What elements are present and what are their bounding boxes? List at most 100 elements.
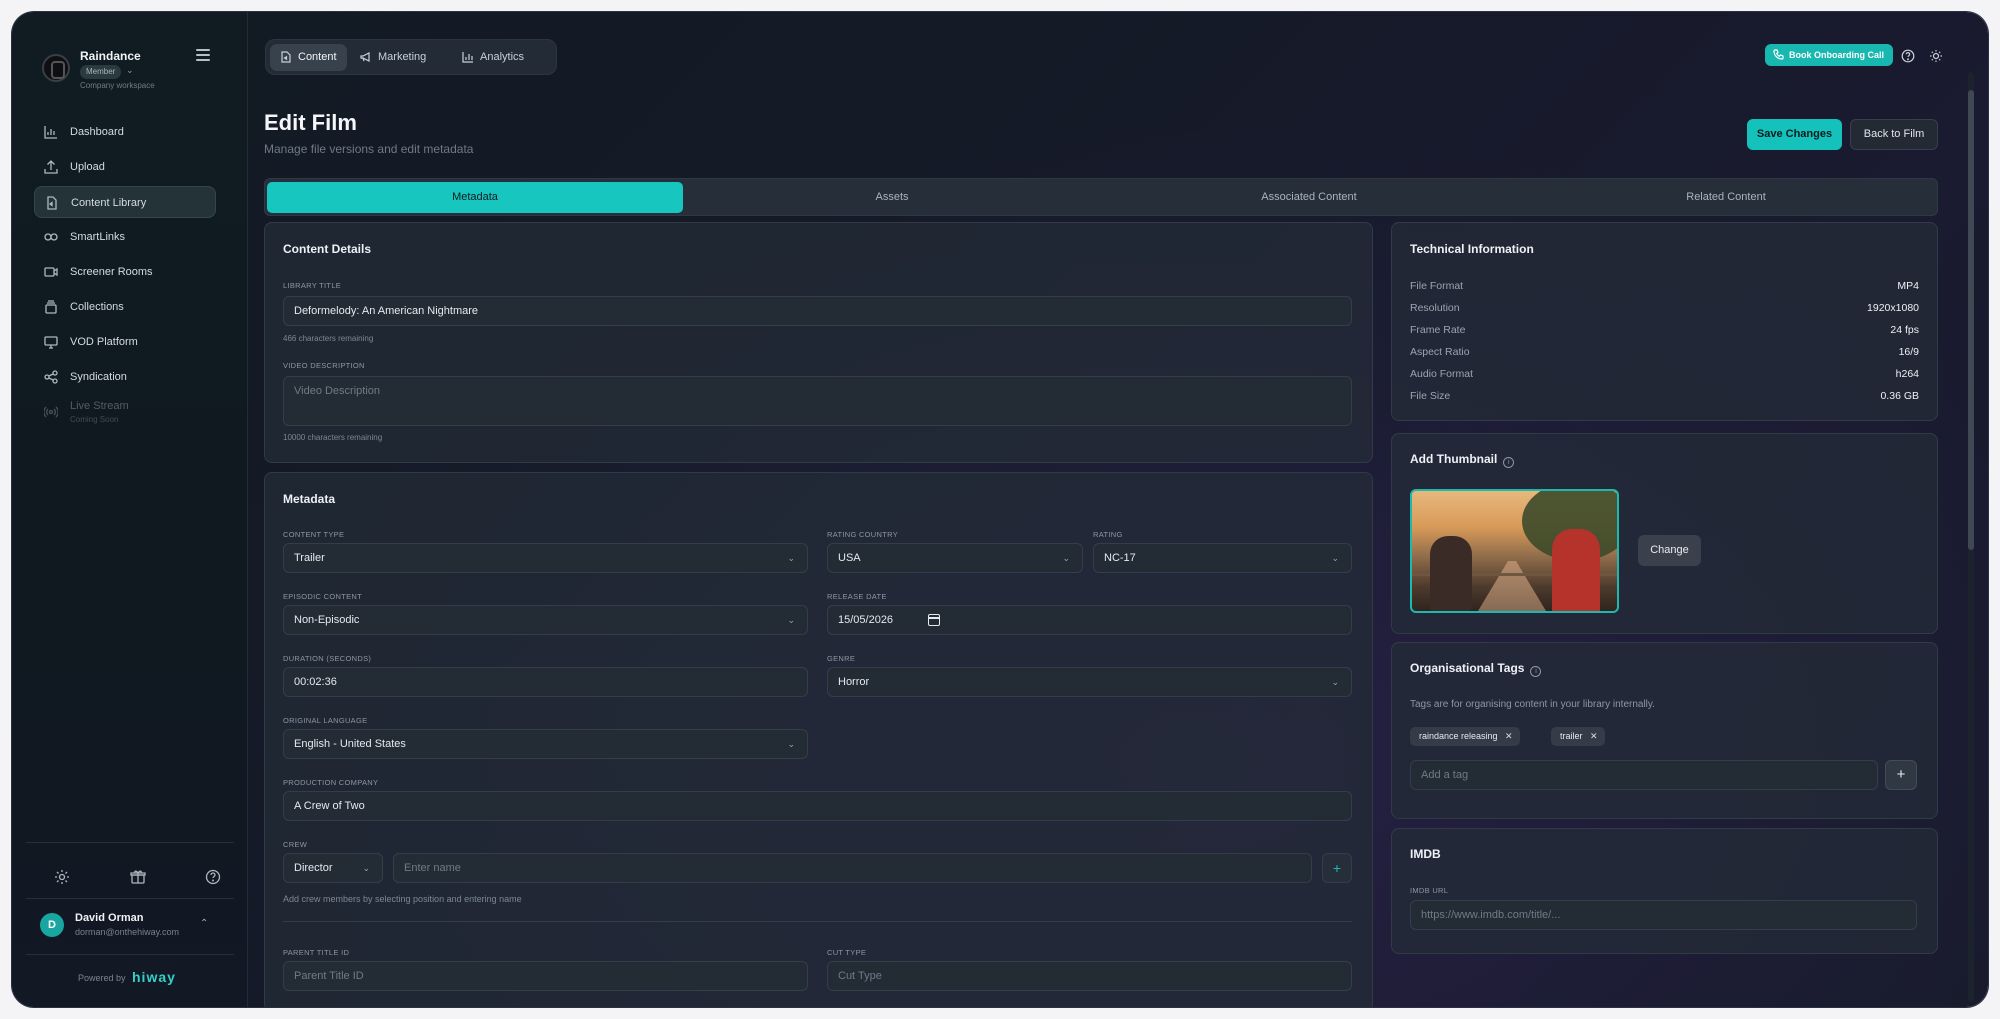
workspace-subtitle: Company workspace <box>80 81 155 90</box>
episodic-content-select[interactable]: Non-Episodic ⌄ <box>283 605 808 635</box>
sidebar-item-label: Collections <box>70 301 124 313</box>
rating-value: NC-17 <box>1104 552 1136 564</box>
sidebar-item-screener-rooms[interactable]: Screener Rooms <box>34 256 216 288</box>
tech-key: Audio Format <box>1410 368 1474 380</box>
card-title: Organisational Tags i <box>1410 661 1542 677</box>
page-subtitle: Manage file versions and edit metadata <box>264 142 474 156</box>
sidebar-item-upload[interactable]: Upload <box>34 151 216 183</box>
chevron-down-icon: ⌄ <box>787 553 795 563</box>
crew-name-input[interactable]: Enter name <box>393 853 1312 883</box>
tech-row: File Size 0.36 GB <box>1410 390 1919 406</box>
sidebar-item-label: VOD Platform <box>70 336 138 348</box>
video-camera-icon <box>44 267 58 277</box>
tech-key: Frame Rate <box>1410 324 1466 336</box>
sidebar-item-label: Upload <box>70 161 105 173</box>
tech-key: File Format <box>1410 280 1464 292</box>
original-language-value: English - United States <box>294 738 406 750</box>
content-details-card: Content Details LIBRARY TITLE Deformelod… <box>264 222 1373 463</box>
library-title-input[interactable]: Deformelody: An American Nightmare <box>283 296 1352 326</box>
scrollbar-thumb[interactable] <box>1968 90 1974 550</box>
chevron-down-icon[interactable]: ⌄ <box>126 65 134 76</box>
original-language-select[interactable]: English - United States ⌄ <box>283 729 808 759</box>
video-description-textarea[interactable]: Video Description <box>283 376 1352 426</box>
sidebar-item-dashboard[interactable]: Dashboard <box>34 116 216 148</box>
workspace-logo[interactable] <box>42 54 70 82</box>
sidebar-nav: Dashboard Upload Content Library SmartLi… <box>34 116 216 431</box>
content-type-select[interactable]: Trailer ⌄ <box>283 543 808 573</box>
sidebar-item-smartlinks[interactable]: SmartLinks <box>34 221 216 253</box>
avatar[interactable]: D <box>40 913 64 937</box>
tab-related-content[interactable]: Related Content <box>1518 182 1934 213</box>
tab-content[interactable]: Content <box>270 44 347 71</box>
imdb-card: IMDB IMDB URL https://www.imdb.com/title… <box>1391 828 1938 954</box>
save-changes-button[interactable]: Save Changes <box>1747 119 1842 150</box>
genre-value: Horror <box>838 676 870 688</box>
thumbnail-image[interactable] <box>1410 489 1619 613</box>
tag-label: trailer <box>1560 731 1583 741</box>
tab-analytics[interactable]: Analytics <box>452 44 534 71</box>
book-onboarding-button[interactable]: Book Onboarding Call <box>1765 44 1894 66</box>
tech-row: Audio Format h264 <box>1410 368 1919 384</box>
genre-select[interactable]: Horror ⌄ <box>827 667 1352 697</box>
video-description-label: VIDEO DESCRIPTION <box>283 361 365 370</box>
workspace-role-badge[interactable]: Member <box>80 65 122 79</box>
sidebar-item-content-library[interactable]: Content Library <box>34 186 216 218</box>
parent-title-id-input[interactable]: Parent Title ID <box>283 961 808 991</box>
menu-icon[interactable] <box>196 49 210 61</box>
imdb-url-input[interactable]: https://www.imdb.com/title/... <box>1410 900 1917 930</box>
add-tag-button[interactable]: + <box>1885 760 1917 790</box>
info-icon[interactable]: i <box>1530 666 1542 677</box>
card-title: Metadata <box>283 492 336 506</box>
sidebar-item-syndication[interactable]: Syndication <box>34 361 216 393</box>
add-crew-button[interactable]: + <box>1322 853 1352 883</box>
rating-country-value: USA <box>838 552 861 564</box>
sidebar-item-vod-platform[interactable]: VOD Platform <box>34 326 216 358</box>
tab-marketing[interactable]: Marketing <box>350 44 436 71</box>
close-icon[interactable]: ✕ <box>1505 727 1513 746</box>
production-company-label: PRODUCTION COMPANY <box>283 778 379 787</box>
powered-by-text: Powered by <box>78 973 126 983</box>
tab-label: Content <box>298 51 337 63</box>
rating-select[interactable]: NC-17 ⌄ <box>1093 543 1352 573</box>
imdb-url-label: IMDB URL <box>1410 886 1449 895</box>
crew-role-value: Director <box>294 862 333 874</box>
tab-metadata[interactable]: Metadata <box>267 182 683 213</box>
file-icon <box>281 51 291 63</box>
tech-value: 16/9 <box>1898 346 1919 358</box>
info-icon[interactable]: i <box>1503 457 1515 468</box>
share-icon <box>44 370 58 384</box>
rating-country-select[interactable]: USA ⌄ <box>827 543 1083 573</box>
user-name[interactable]: David Orman <box>75 912 143 924</box>
calendar-icon[interactable] <box>928 614 940 626</box>
add-tag-input[interactable]: Add a tag <box>1410 760 1878 790</box>
card-title: IMDB <box>1410 847 1441 861</box>
sidebar-divider <box>26 898 234 899</box>
upload-icon <box>44 160 58 174</box>
tab-label: Analytics <box>480 51 525 63</box>
sun-icon[interactable] <box>1929 49 1943 63</box>
cut-type-input[interactable]: Cut Type <box>827 961 1352 991</box>
close-icon[interactable]: ✕ <box>1590 727 1598 746</box>
back-to-film-button[interactable]: Back to Film <box>1850 119 1938 150</box>
original-language-label: ORIGINAL LANGUAGE <box>283 716 368 725</box>
megaphone-icon <box>360 52 370 62</box>
gift-icon[interactable] <box>130 869 146 885</box>
sidebar-item-collections[interactable]: Collections <box>34 291 216 323</box>
change-thumbnail-button[interactable]: Change <box>1638 535 1701 566</box>
duration-input[interactable]: 00:02:36 <box>283 667 808 697</box>
chevron-up-icon[interactable]: ⌃ <box>200 918 208 929</box>
release-date-input[interactable]: 15/05/2026 <box>827 605 1352 635</box>
help-icon[interactable] <box>1901 49 1915 63</box>
tab-assets[interactable]: Assets <box>684 182 1100 213</box>
file-icon <box>47 196 57 210</box>
user-email: dorman@onthehiway.com <box>75 927 180 937</box>
production-company-input[interactable]: A Crew of Two <box>283 791 1352 821</box>
episodic-content-value: Non-Episodic <box>294 614 360 626</box>
crew-role-select[interactable]: Director ⌄ <box>283 853 383 883</box>
gear-icon[interactable] <box>54 869 70 885</box>
help-icon[interactable] <box>205 869 221 885</box>
tab-associated-content[interactable]: Associated Content <box>1101 182 1517 213</box>
chevron-down-icon: ⌄ <box>1062 553 1070 563</box>
workspace-name[interactable]: Raindance <box>80 49 141 63</box>
sidebar-divider <box>26 842 234 843</box>
